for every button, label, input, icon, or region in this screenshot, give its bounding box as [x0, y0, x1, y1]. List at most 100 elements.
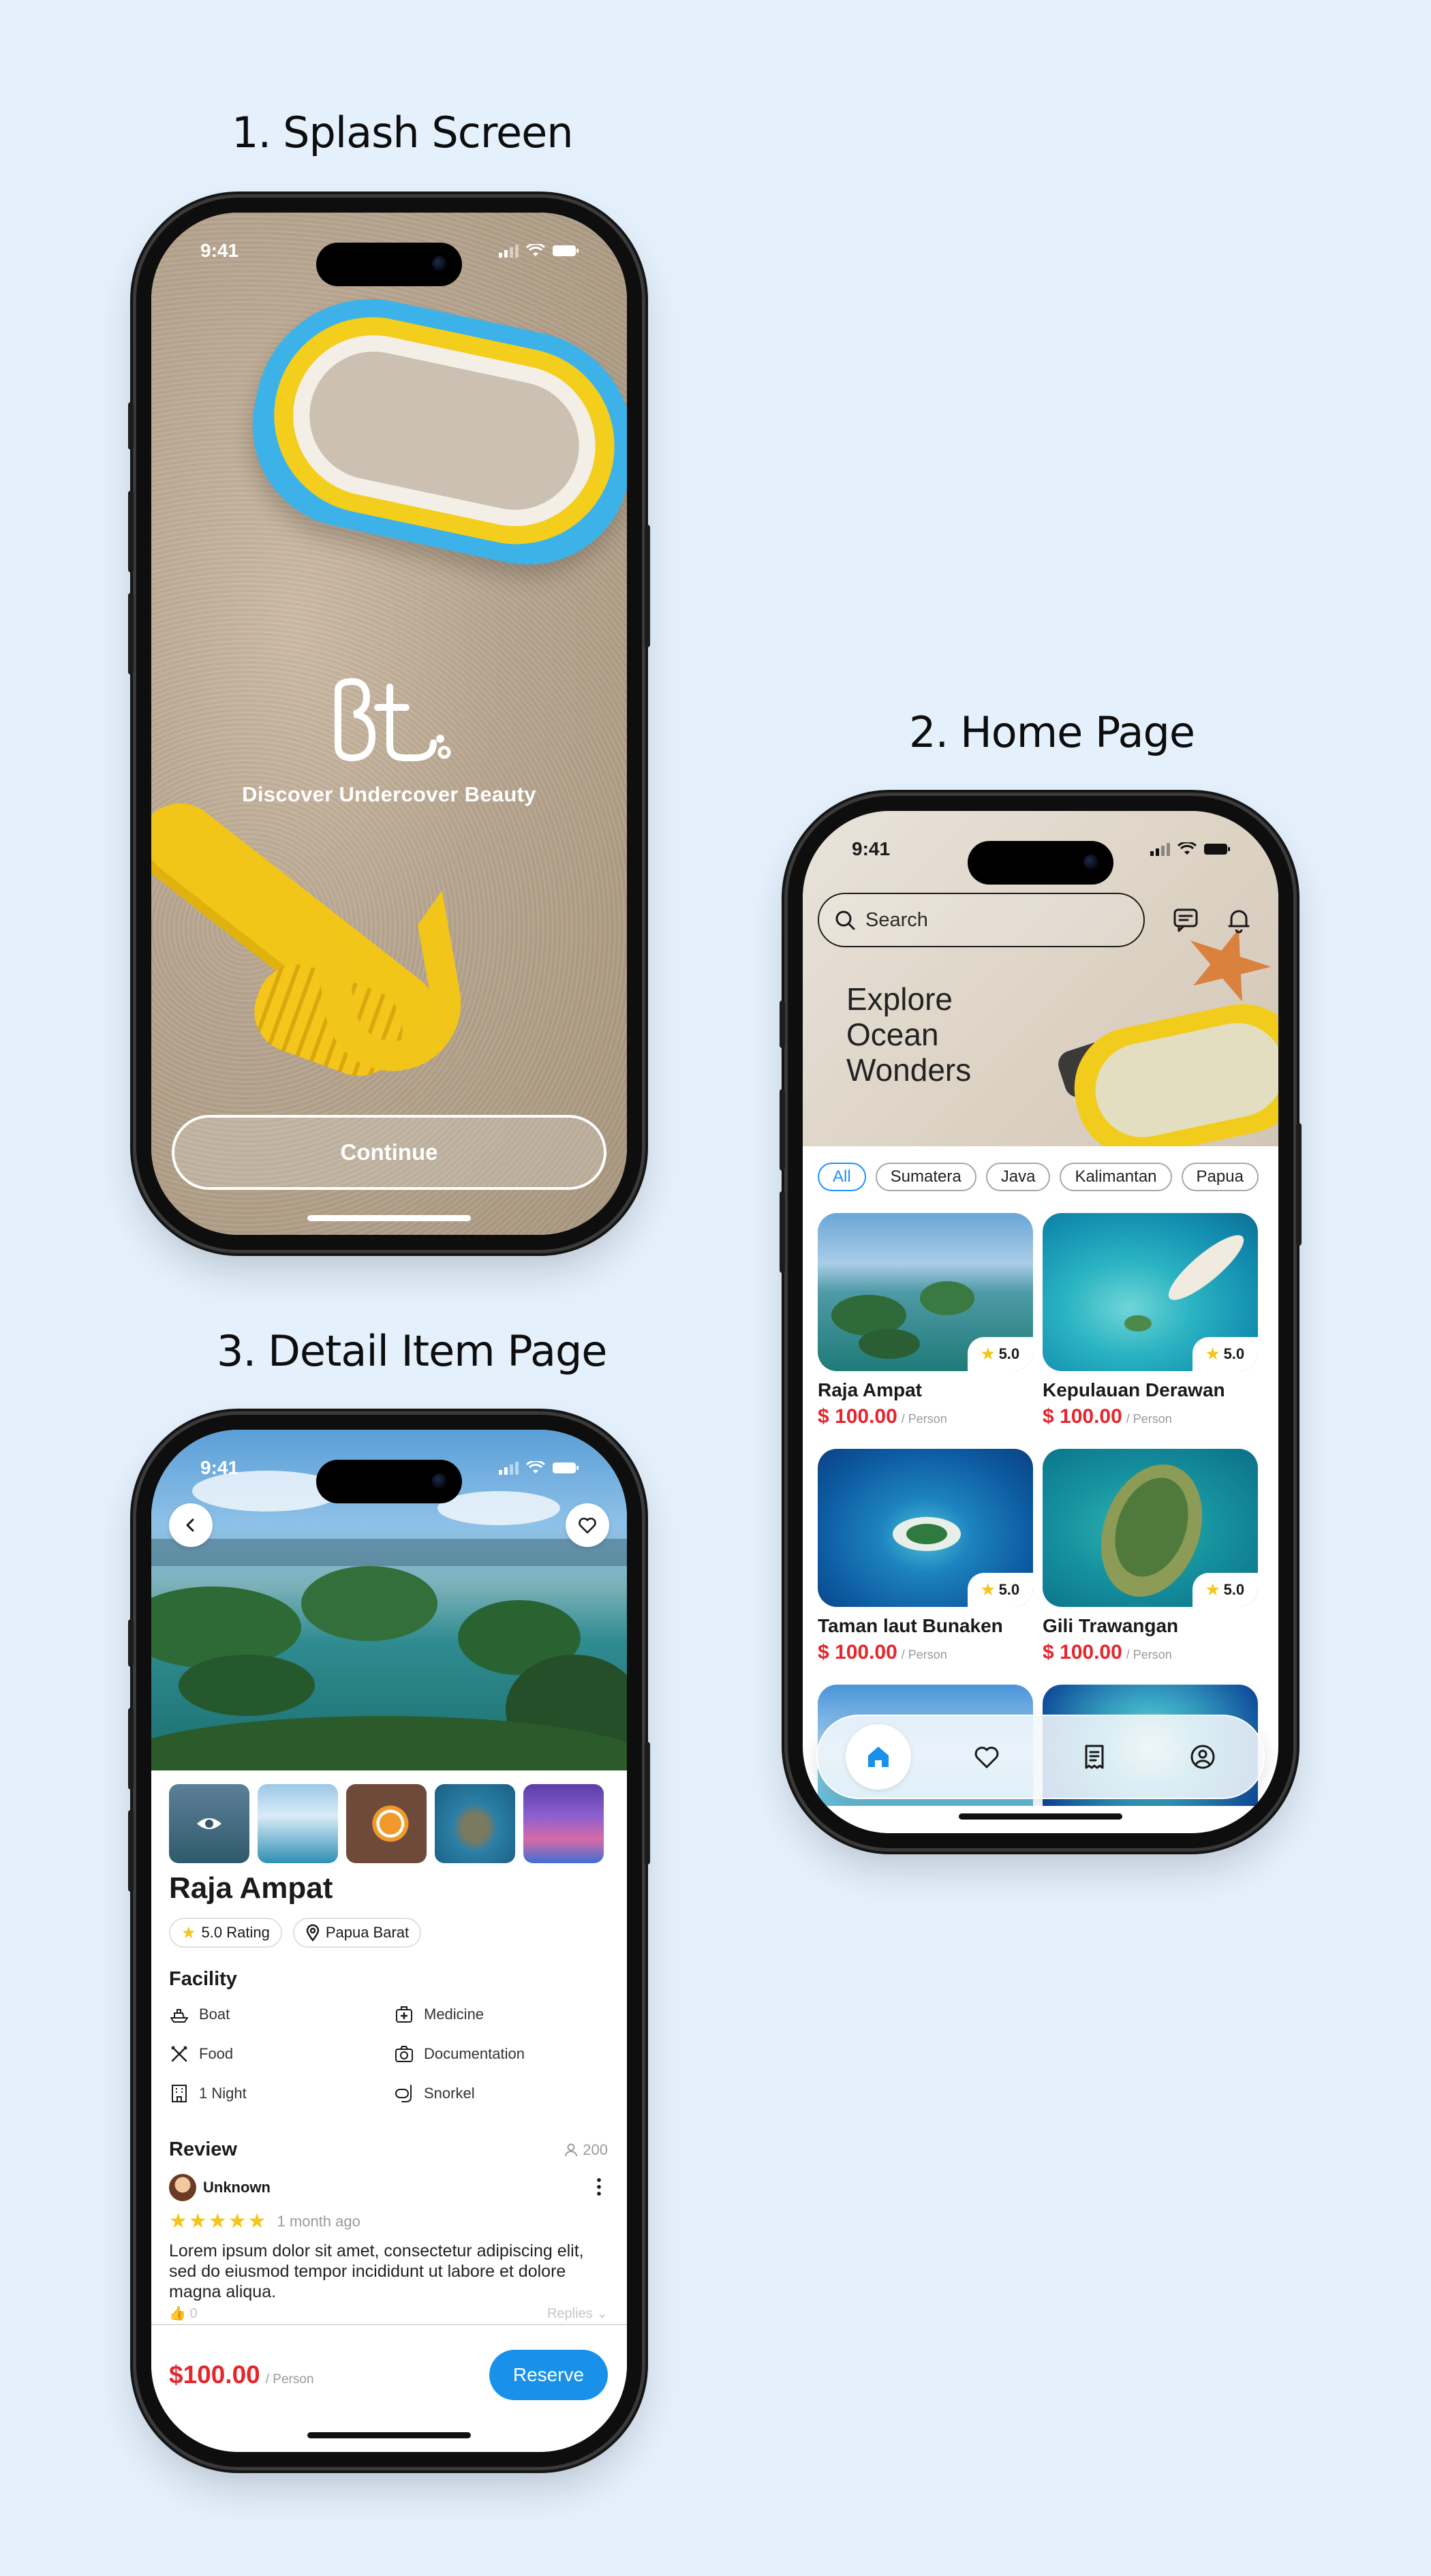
replies-button[interactable]: Replies ⌄ — [547, 2305, 608, 2322]
review-count: 200 — [564, 2141, 608, 2159]
search-icon — [835, 910, 855, 930]
rating-pill: ★ 5.0 Rating — [169, 1918, 282, 1948]
receipt-icon — [1085, 1745, 1104, 1769]
destination-image: ★ 5.0 — [1043, 1449, 1258, 1607]
region-filter-chips: All Sumatera Java Kalimantan Papua — [818, 1163, 1259, 1191]
phone-home: 9:41 Search Explore Ocean Wonders All Su… — [780, 796, 1302, 1848]
nav-profile[interactable] — [1170, 1724, 1235, 1790]
back-button[interactable] — [169, 1503, 213, 1547]
chat-icon — [1173, 908, 1198, 932]
chip-kalimantan[interactable]: Kalimantan — [1060, 1163, 1172, 1191]
continue-button[interactable]: Continue — [172, 1115, 606, 1190]
status-bar: 9:41 — [151, 1453, 627, 1483]
review-time: 1 month ago — [277, 2212, 360, 2230]
hero-headline: Explore Ocean Wonders — [846, 981, 972, 1088]
like-button[interactable]: 👍 0 — [169, 2305, 198, 2322]
destination-image: ★ 5.0 — [1043, 1213, 1258, 1371]
destination-name: Gili Trawangan — [1043, 1615, 1179, 1636]
status-bar: 9:41 — [803, 834, 1278, 864]
rating-badge: ★ 5.0 — [1192, 1337, 1258, 1371]
destination-card[interactable]: ★ 5.0 Raja Ampat $ 100.00/ Person — [818, 1213, 1033, 1428]
star-icon: ★ — [981, 1581, 995, 1598]
bottom-navigation — [816, 1715, 1265, 1799]
chip-all[interactable]: All — [818, 1163, 866, 1191]
nav-favorites[interactable] — [954, 1724, 1019, 1790]
notification-button[interactable] — [1220, 901, 1258, 939]
gallery-thumbnail[interactable] — [523, 1784, 604, 1863]
battery-icon — [553, 1462, 579, 1473]
star-icon: ★ — [169, 2210, 187, 2233]
chip-papua[interactable]: Papua — [1181, 1163, 1259, 1191]
nav-home[interactable] — [846, 1724, 912, 1790]
destination-price: $ 100.00/ Person — [1043, 1405, 1172, 1428]
destination-card[interactable]: ★ 5.0 Gili Trawangan $ 100.00/ Person — [1043, 1449, 1258, 1664]
destination-image: ★ 5.0 — [818, 1449, 1033, 1607]
review-text: Lorem ipsum dolor sit amet, consectetur … — [169, 2241, 584, 2301]
signal-icon — [499, 1462, 519, 1475]
facility-item: Boat — [169, 2004, 394, 2025]
destination-title: Raja Ampat — [169, 1871, 333, 1905]
chevron-left-icon — [186, 1518, 194, 1532]
destination-name: Kepulauan Derawan — [1043, 1379, 1225, 1400]
heart-icon — [579, 1517, 596, 1534]
battery-icon — [1204, 844, 1230, 855]
chat-button[interactable] — [1167, 901, 1205, 939]
facility-item: 1 Night — [169, 2083, 394, 2104]
app-logo-icon — [335, 677, 451, 762]
signal-icon — [1150, 843, 1170, 856]
destination-card[interactable]: ★ 5.0 Taman laut Bunaken $ 100.00/ Person — [818, 1449, 1033, 1664]
booking-price: $100.00/ Person — [169, 2361, 314, 2389]
rating-badge: ★ 5.0 — [968, 1573, 1033, 1607]
section-title-detail: 3. Detail Item Page — [217, 1326, 607, 1376]
review-heading: Review — [169, 2138, 237, 2160]
splash-tagline: Discover Undercover Beauty — [242, 782, 536, 806]
profile-icon — [1190, 1745, 1215, 1769]
nav-bookings[interactable] — [1062, 1724, 1127, 1790]
splash-screen: 9:41 Discover Undercover Beauty Continue — [151, 213, 627, 1235]
destination-price: $ 100.00/ Person — [818, 1405, 947, 1428]
avatar — [169, 2174, 196, 2201]
camera-icon — [395, 2046, 413, 2062]
destination-card[interactable]: ★ 5.0 Kepulauan Derawan $ 100.00/ Person — [1043, 1213, 1258, 1428]
gallery-thumbnail[interactable] — [435, 1784, 515, 1863]
chip-java[interactable]: Java — [985, 1163, 1051, 1191]
reviewer: Unknown — [169, 2174, 271, 2201]
snorkel-icon — [395, 2085, 412, 2102]
heart-icon — [974, 1747, 999, 1768]
section-title-splash: 1. Splash Screen — [232, 108, 574, 157]
search-input[interactable]: Search — [818, 893, 1145, 947]
home-icon — [868, 1747, 889, 1767]
review-menu-button[interactable] — [596, 2177, 602, 2201]
gallery-thumbnail[interactable] — [258, 1784, 338, 1863]
hotel-icon — [172, 2085, 187, 2102]
status-time: 9:41 — [852, 838, 891, 859]
status-time: 9:41 — [200, 1457, 239, 1478]
food-icon — [171, 2046, 187, 2062]
search-placeholder: Search — [865, 908, 928, 931]
home-indicator — [307, 2432, 471, 2438]
rating-badge: ★ 5.0 — [968, 1337, 1033, 1371]
facility-item: Snorkel — [394, 2083, 591, 2104]
destination-price: $ 100.00/ Person — [818, 1641, 947, 1663]
facility-heading: Facility — [169, 1968, 237, 1990]
facility-item: Medicine — [394, 2004, 591, 2025]
gallery-thumbnail[interactable] — [346, 1784, 427, 1863]
phone-splash: 9:41 Discover Undercover Beauty Continue — [128, 198, 650, 1250]
location-pin-icon — [306, 1924, 320, 1942]
wifi-icon — [526, 1461, 545, 1473]
home-indicator — [307, 1215, 471, 1221]
rating-badge: ★ 5.0 — [1192, 1573, 1258, 1607]
chip-sumatera[interactable]: Sumatera — [875, 1163, 976, 1191]
gallery-thumbnail[interactable] — [169, 1784, 249, 1863]
signal-icon — [499, 245, 519, 258]
favorite-button[interactable] — [566, 1503, 609, 1547]
star-icon: ★ — [981, 1345, 995, 1362]
medicine-icon — [396, 2006, 412, 2023]
section-title-home: 2. Home Page — [909, 707, 1195, 757]
eye-icon — [197, 1818, 221, 1829]
user-icon — [565, 2143, 578, 2157]
detail-screen: 9:41 Raja Ampat ★5.0 Rating Papua Barat — [151, 1430, 627, 2452]
reserve-button[interactable]: Reserve — [489, 2350, 608, 2400]
location-pill[interactable]: Papua Barat — [292, 1918, 422, 1948]
goggles-image — [1062, 992, 1278, 1146]
